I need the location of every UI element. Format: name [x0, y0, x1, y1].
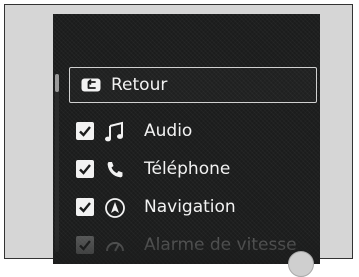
phone-icon [107, 162, 123, 178]
checkbox-speed-alarm[interactable] [76, 236, 94, 254]
scrollbar-thumb[interactable] [55, 74, 59, 92]
menu-item-navigation[interactable]: Navigation [76, 195, 316, 221]
checkmark-icon [79, 240, 91, 251]
menu-item-label: Audio [144, 121, 193, 141]
checkmark-icon [79, 164, 91, 175]
checkmark-icon [79, 202, 91, 213]
back-button-label: Retour [111, 75, 168, 95]
display-screen: Retour Audio Téléphone Navigation Alarme… [53, 14, 320, 264]
navigation-arrow-icon [105, 198, 125, 218]
checkbox-audio[interactable] [76, 122, 94, 140]
back-button[interactable]: Retour [69, 67, 317, 103]
menu-item-label: Téléphone [144, 159, 231, 179]
back-icon [81, 78, 101, 92]
speed-alarm-icon [106, 242, 124, 252]
scrollbar[interactable] [55, 74, 59, 252]
control-knob[interactable] [288, 251, 314, 277]
menu-item-audio[interactable]: Audio [76, 119, 316, 145]
menu-item-label: Navigation [144, 197, 236, 217]
menu-item-label: Alarme de vitesse [144, 235, 297, 255]
checkmark-icon [79, 126, 91, 137]
checkbox-navigation[interactable] [76, 198, 94, 216]
figure-frame: Retour Audio Téléphone Navigation Alarme… [4, 4, 353, 277]
checkbox-phone[interactable] [76, 160, 94, 178]
menu-item-speed-alarm[interactable]: Alarme de vitesse [76, 233, 316, 259]
music-note-icon [105, 121, 123, 142]
menu-item-phone[interactable]: Téléphone [76, 157, 316, 183]
